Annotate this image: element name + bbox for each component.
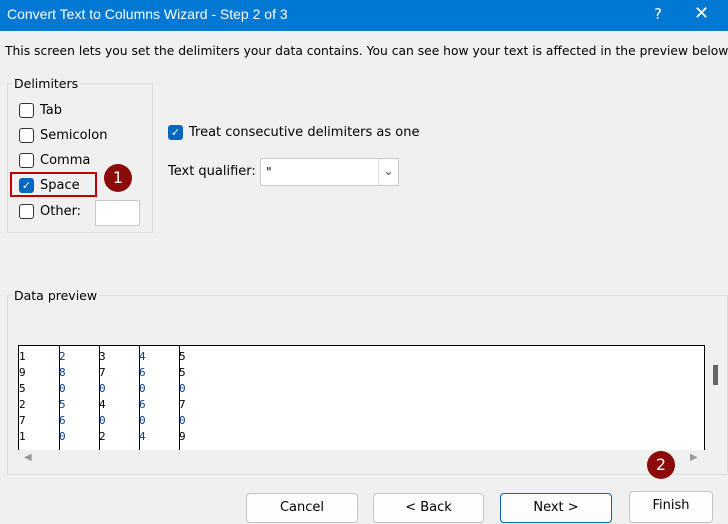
consecutive-label[interactable]: Treat consecutive delimiters as one — [189, 125, 419, 140]
preview-cell: 7 — [179, 398, 186, 411]
preview-cell: 9 — [19, 366, 26, 379]
preview-cell: 0 — [59, 430, 66, 443]
data-preview-grid: 1 2 3 4 5 9 8 7 6 5 5 0 0 0 0 2 5 4 6 7 7 6 0 0 0 1 0 2 4 9 — [18, 345, 705, 450]
preview-cell: 8 — [59, 366, 66, 379]
preview-cell: 0 — [139, 414, 146, 427]
preview-cell: 0 — [139, 382, 146, 395]
close-button[interactable]: ✕ — [694, 3, 709, 24]
preview-cell: 5 — [179, 350, 186, 363]
qualifier-select[interactable]: " ⌄ — [260, 158, 399, 186]
delimiter-checkbox-tab[interactable] — [19, 103, 34, 118]
preview-cell: 2 — [99, 430, 106, 443]
next-button[interactable]: Next > — [500, 493, 612, 523]
preview-cell: 7 — [99, 366, 106, 379]
instructions: This screen lets you set the delimiters … — [5, 44, 728, 58]
consecutive-checkbox[interactable]: ✓ — [168, 125, 183, 140]
preview-cell: 0 — [99, 382, 106, 395]
preview-cell: 3 — [99, 350, 106, 363]
delimiter-label[interactable]: Tab — [40, 103, 62, 118]
title-bar: Convert Text to Columns Wizard - Step 2 … — [0, 0, 728, 31]
preview-cell: 0 — [179, 414, 186, 427]
scroll-right-icon[interactable]: ▶ — [690, 452, 698, 463]
help-button[interactable]: ? — [654, 5, 662, 23]
preview-cell: 6 — [59, 414, 66, 427]
finish-button[interactable]: Finish — [629, 491, 713, 523]
preview-cell: 1 — [19, 430, 26, 443]
preview-cell: 4 — [139, 350, 146, 363]
delimiter-label[interactable]: Comma — [40, 153, 90, 168]
preview-cell: 5 — [19, 382, 26, 395]
delimiter-checkbox-other[interactable] — [19, 204, 34, 219]
delimiter-checkbox-comma[interactable] — [19, 153, 34, 168]
preview-cell: 6 — [139, 366, 146, 379]
vertical-scrollbar-thumb[interactable] — [713, 365, 718, 385]
space-highlight — [10, 172, 97, 197]
preview-cell: 0 — [99, 414, 106, 427]
step-badge-1: 1 — [104, 164, 132, 192]
cancel-button[interactable]: Cancel — [246, 493, 358, 523]
preview-cell: 9 — [179, 430, 186, 443]
delimiter-checkbox-semicolon[interactable] — [19, 128, 34, 143]
scroll-left-icon[interactable]: ◀ — [24, 452, 32, 463]
preview-cell: 0 — [59, 382, 66, 395]
delimiters-legend: Delimiters — [12, 76, 81, 91]
window-title: Convert Text to Columns Wizard - Step 2 … — [7, 6, 288, 22]
preview-cell: 2 — [19, 398, 26, 411]
chevron-down-icon: ⌄ — [378, 159, 398, 185]
preview-cell: 6 — [139, 398, 146, 411]
preview-cell: 4 — [99, 398, 106, 411]
qualifier-value: " — [266, 164, 272, 179]
other-input[interactable] — [95, 200, 140, 226]
data-preview-legend: Data preview — [12, 288, 100, 303]
step-badge-2: 2 — [647, 451, 675, 479]
preview-cell: 7 — [19, 414, 26, 427]
delimiter-label[interactable]: Other: — [40, 204, 81, 219]
preview-cell: 0 — [179, 382, 186, 395]
preview-cell: 5 — [179, 366, 186, 379]
preview-cell: 2 — [59, 350, 66, 363]
preview-cell: 5 — [59, 398, 66, 411]
preview-cell: 1 — [19, 350, 26, 363]
delimiter-label[interactable]: Semicolon — [40, 128, 107, 143]
back-button[interactable]: < Back — [373, 493, 484, 523]
preview-cell: 4 — [139, 430, 146, 443]
qualifier-label: Text qualifier: — [168, 164, 256, 179]
